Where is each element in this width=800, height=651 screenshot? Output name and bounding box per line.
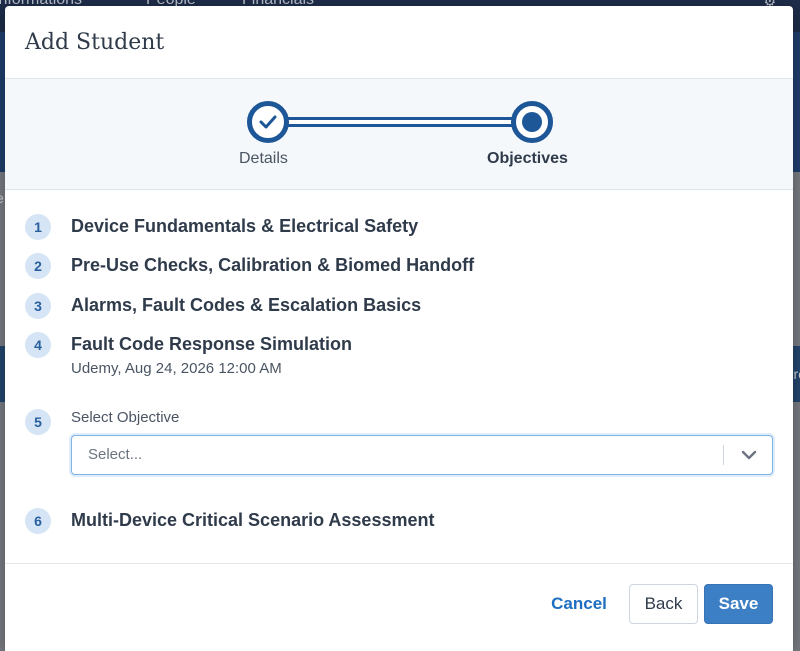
step-objectives-indicator[interactable] (511, 101, 553, 143)
background-edge-text: e (0, 190, 4, 206)
select-objective-label: Select Objective (71, 409, 180, 426)
select-separator (723, 445, 724, 465)
objective-number-badge: 3 (25, 293, 51, 319)
back-button[interactable]: Back (629, 584, 698, 624)
select-placeholder: Select... (88, 446, 143, 463)
cancel-button[interactable]: Cancel (541, 584, 617, 624)
chevron-down-icon[interactable] (740, 448, 758, 462)
step-details-indicator[interactable] (247, 101, 289, 143)
objective-number-badge: 1 (25, 214, 51, 240)
modal-header: Add Student (5, 6, 793, 79)
step-objectives-label[interactable]: Objectives (487, 150, 568, 168)
current-step-dot (522, 112, 542, 132)
objective-title: Fault Code Response Simulation (71, 334, 353, 354)
save-button[interactable]: Save (704, 584, 773, 624)
check-icon (259, 115, 277, 129)
objective-title: Alarms, Fault Codes & Escalation Basics (71, 295, 422, 315)
objective-number-badge: 2 (25, 253, 51, 279)
objective-subtitle: Udemy, Aug 24, 2026 12:00 AM (71, 360, 282, 377)
objective-title: Device Fundamentals & Electrical Safety (71, 216, 419, 236)
objective-select[interactable]: Select... (71, 435, 773, 475)
modal-title: Add Student (25, 30, 165, 55)
stepper-connector (270, 117, 530, 127)
background-edge-text: ro (793, 366, 800, 382)
objective-number-badge: 6 (25, 508, 51, 534)
objective-title: Multi-Device Critical Scenario Assessmen… (71, 510, 435, 530)
objective-number-badge: 5 (25, 409, 51, 435)
objective-title: Pre-Use Checks, Calibration & Biomed Han… (71, 255, 475, 275)
objectives-list: 1 Device Fundamentals & Electrical Safet… (5, 190, 793, 564)
objective-number-badge: 4 (25, 332, 51, 358)
add-student-modal: Add Student Details Objectives 1 Device … (5, 6, 793, 651)
stepper: Details Objectives (5, 79, 793, 190)
step-details-label[interactable]: Details (239, 150, 288, 168)
modal-footer: Cancel Back Save (5, 563, 793, 651)
